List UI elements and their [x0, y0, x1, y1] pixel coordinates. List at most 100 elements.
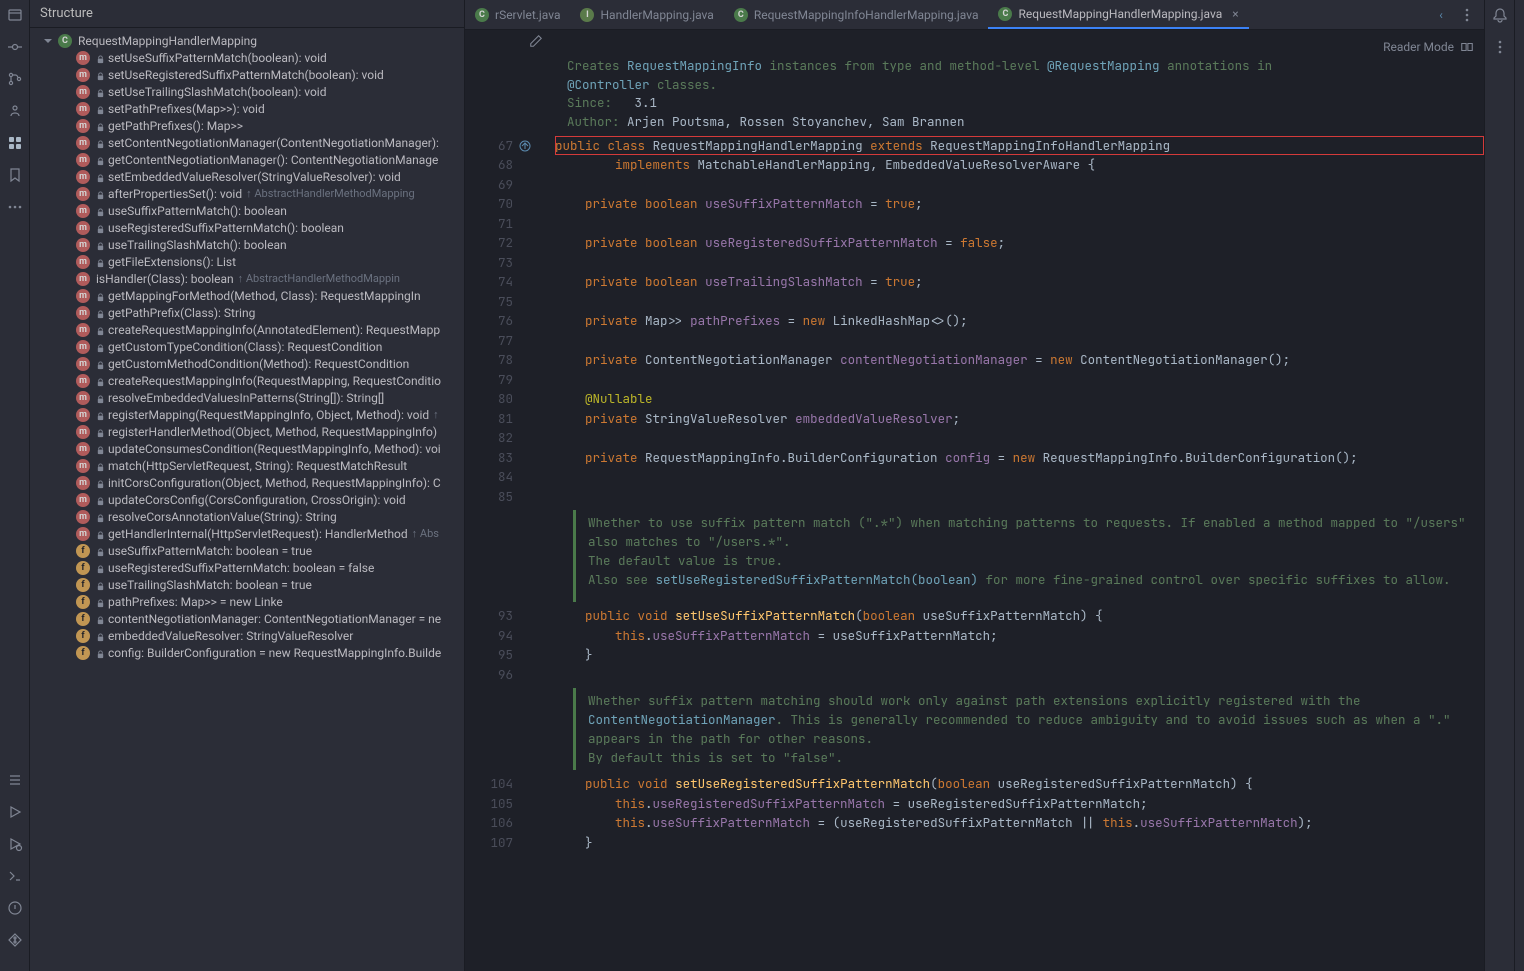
tree-method[interactable]: mgetPathPrefix(Class): String — [30, 304, 464, 321]
tab-bar: CrServlet.javaIHandlerMapping.javaCReque… — [465, 0, 1484, 30]
bookmarks-icon[interactable] — [6, 166, 24, 184]
more-icon[interactable] — [6, 198, 24, 216]
lock-icon — [96, 597, 106, 607]
close-icon[interactable]: × — [1232, 7, 1238, 21]
tree-method[interactable]: mregisterHandlerMethod(Object, Method, R… — [30, 423, 464, 440]
method-icon: m — [76, 187, 90, 201]
tree-method[interactable]: museRegisteredSuffixPatternMatch(): bool… — [30, 219, 464, 236]
method-icon: m — [76, 119, 90, 133]
commit-icon[interactable] — [6, 38, 24, 56]
tree-field[interactable]: fembeddedValueResolver: StringValueResol… — [30, 627, 464, 644]
editor-tab[interactable]: CRequestMappingInfoHandlerMapping.java — [724, 0, 989, 29]
method-icon: m — [76, 442, 90, 456]
tree-method[interactable]: mregisterMapping(RequestMappingInfo, Obj… — [30, 406, 464, 423]
method-icon: m — [76, 153, 90, 167]
method-icon: m — [76, 51, 90, 65]
edit-icon[interactable] — [527, 35, 545, 53]
minimap[interactable] — [1514, 0, 1524, 971]
tree-method[interactable]: msetUseTrailingSlashMatch(boolean): void — [30, 83, 464, 100]
lock-icon — [96, 444, 106, 454]
lock-icon — [96, 189, 106, 199]
file-icon: C — [998, 7, 1012, 21]
method-icon: m — [76, 272, 90, 286]
tree-method[interactable]: msetPathPrefixes(Map>>): void — [30, 100, 464, 117]
lock-icon — [96, 87, 106, 97]
file-icon: C — [475, 8, 489, 22]
tree-method[interactable]: mupdateConsumesCondition(RequestMappingI… — [30, 440, 464, 457]
terminal-icon[interactable] — [6, 867, 24, 885]
debug-icon[interactable] — [6, 835, 24, 853]
editor-tab[interactable]: CRequestMappingHandlerMapping.java× — [988, 0, 1248, 29]
tree-field[interactable]: fuseTrailingSlashMatch: boolean = true — [30, 576, 464, 593]
run-icon[interactable] — [6, 803, 24, 821]
tree-field[interactable]: fcontentNegotiationManager: ContentNegot… — [30, 610, 464, 627]
method-icon: m — [76, 425, 90, 439]
lock-icon — [96, 172, 106, 182]
pull-requests-icon[interactable] — [6, 102, 24, 120]
field-icon: f — [76, 629, 90, 643]
method-icon: m — [76, 221, 90, 235]
tab-menu-icon[interactable] — [1458, 6, 1476, 24]
lock-icon — [96, 427, 106, 437]
method-icon: m — [76, 136, 90, 150]
chevron-down-icon[interactable] — [42, 35, 54, 47]
reader-mode-toggle[interactable]: Reader Mode — [1373, 34, 1484, 60]
code-editor[interactable]: 6768697071727374757677787980818283848593… — [465, 136, 1484, 971]
tree-field[interactable]: fpathPrefixes: Map>> = new Linke — [30, 593, 464, 610]
method-icon: m — [76, 204, 90, 218]
notifications-icon[interactable] — [1491, 6, 1509, 24]
tree-method[interactable]: mmatch(HttpServletRequest, String): Requ… — [30, 457, 464, 474]
tree-method[interactable]: mgetPathPrefixes(): Map>> — [30, 117, 464, 134]
editor-tab[interactable]: IHandlerMapping.java — [570, 0, 723, 29]
method-icon: m — [76, 289, 90, 303]
tree-method[interactable]: msetContentNegotiationManager(ContentNeg… — [30, 134, 464, 151]
method-icon: m — [76, 476, 90, 490]
tree-class[interactable]: CRequestMappingHandlerMapping — [30, 32, 464, 49]
tree-method[interactable]: msetUseRegisteredSuffixPatternMatch(bool… — [30, 66, 464, 83]
structure-title: Structure — [30, 0, 464, 28]
method-icon: m — [76, 306, 90, 320]
right-tool-rail — [1484, 0, 1514, 971]
vcs-icon[interactable] — [6, 70, 24, 88]
tree-method[interactable]: mafterPropertiesSet(): void↑ AbstractHan… — [30, 185, 464, 202]
code-content[interactable]: public class RequestMappingHandlerMappin… — [525, 136, 1484, 971]
tree-field[interactable]: fconfig: BuilderConfiguration = new Requ… — [30, 644, 464, 661]
method-icon: m — [76, 408, 90, 422]
lock-icon — [96, 308, 106, 318]
lock-icon — [96, 580, 106, 590]
tree-method[interactable]: mcreateRequestMappingInfo(RequestMapping… — [30, 372, 464, 389]
tree-method[interactable]: mgetMappingForMethod(Method, Class): Req… — [30, 287, 464, 304]
right-more-icon[interactable] — [1491, 38, 1509, 56]
git-icon[interactable] — [6, 931, 24, 949]
structure-tree[interactable]: CRequestMappingHandlerMappingmsetUseSuff… — [30, 28, 464, 971]
lock-icon — [96, 563, 106, 573]
structure-icon[interactable] — [6, 134, 24, 152]
tree-method[interactable]: misHandler(Class): boolean↑ AbstractHand… — [30, 270, 464, 287]
tree-method[interactable]: msetUseSuffixPatternMatch(boolean): void — [30, 49, 464, 66]
list-icon[interactable] — [6, 771, 24, 789]
tree-method[interactable]: minitCorsConfiguration(Object, Method, R… — [30, 474, 464, 491]
tree-method[interactable]: mresolveCorsAnnotationValue(String): Str… — [30, 508, 464, 525]
tree-method[interactable]: museSuffixPatternMatch(): boolean — [30, 202, 464, 219]
tree-method[interactable]: mresolveEmbeddedValuesInPatterns(String[… — [30, 389, 464, 406]
structure-panel: Structure CRequestMappingHandlerMappingm… — [30, 0, 465, 971]
project-icon[interactable] — [6, 6, 24, 24]
tree-field[interactable]: fuseSuffixPatternMatch: boolean = true — [30, 542, 464, 559]
editor-area: CrServlet.javaIHandlerMapping.javaCReque… — [465, 0, 1484, 971]
editor-tab[interactable]: CrServlet.java — [465, 0, 570, 29]
problems-icon[interactable] — [6, 899, 24, 917]
tree-method[interactable]: mcreateRequestMappingInfo(AnnotatedEleme… — [30, 321, 464, 338]
tree-method[interactable]: mgetContentNegotiationManager(): Content… — [30, 151, 464, 168]
lock-icon — [96, 325, 106, 335]
tree-method[interactable]: mgetHandlerInternal(HttpServletRequest):… — [30, 525, 464, 542]
tree-method[interactable]: mgetCustomMethodCondition(Method): Reque… — [30, 355, 464, 372]
override-icon[interactable] — [519, 138, 531, 158]
method-icon: m — [76, 68, 90, 82]
tree-field[interactable]: fuseRegisteredSuffixPatternMatch: boolea… — [30, 559, 464, 576]
tree-method[interactable]: museTrailingSlashMatch(): boolean — [30, 236, 464, 253]
tree-method[interactable]: mupdateCorsConfig(CorsConfiguration, Cro… — [30, 491, 464, 508]
tree-method[interactable]: mgetFileExtensions(): List — [30, 253, 464, 270]
tab-overflow-icon[interactable]: ‹ — [1432, 6, 1450, 24]
tree-method[interactable]: mgetCustomTypeCondition(Class): RequestC… — [30, 338, 464, 355]
tree-method[interactable]: msetEmbeddedValueResolver(StringValueRes… — [30, 168, 464, 185]
